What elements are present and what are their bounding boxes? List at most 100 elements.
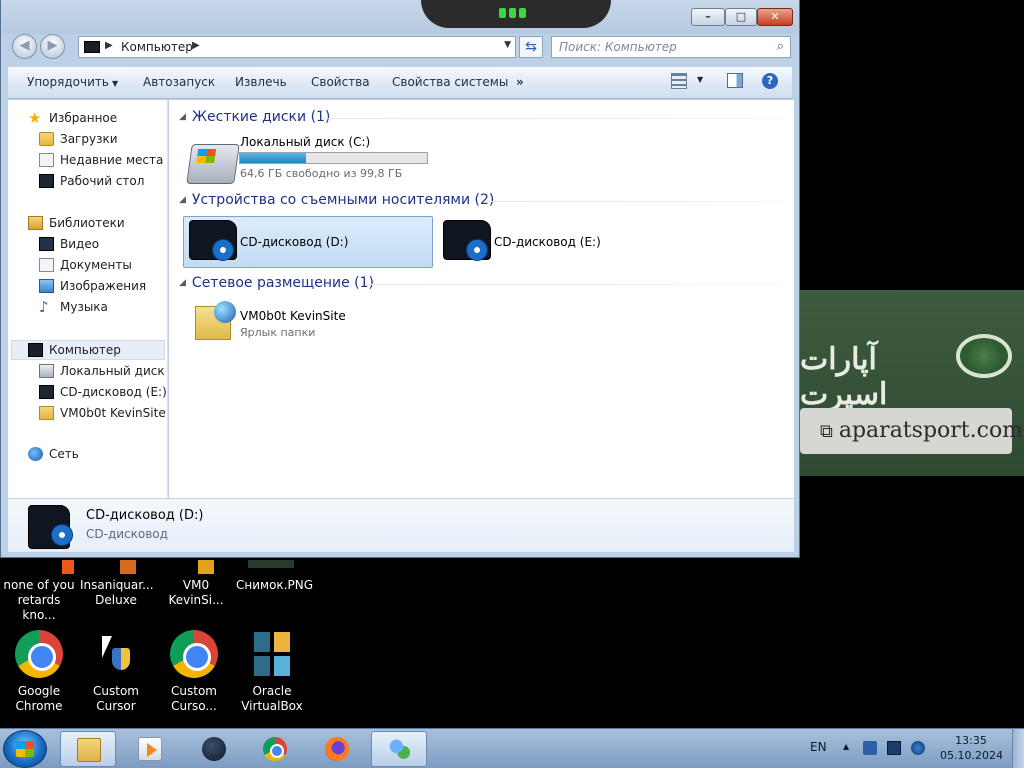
cursor-icon	[92, 630, 140, 678]
breadcrumb-location[interactable]: Компьютер	[121, 40, 193, 54]
view-dropdown-icon[interactable]: ▼	[697, 75, 703, 84]
help-icon[interactable]: ?	[762, 73, 778, 89]
video-icon	[39, 237, 54, 251]
volume-icon[interactable]	[911, 741, 925, 755]
sidebar-item-label: Локальный диск (C	[60, 364, 167, 378]
close-button[interactable]: ✕	[757, 8, 793, 26]
forward-button[interactable]: ▶	[40, 34, 65, 59]
language-indicator[interactable]: EN	[810, 740, 827, 768]
background-brand-text: آپارات اسپرت	[800, 342, 888, 412]
title-bar[interactable]: – □ ✕	[1, 0, 799, 34]
cd-drive-icon	[39, 385, 54, 399]
refresh-button[interactable]: ⇆	[519, 36, 543, 58]
sidebar-item-label: Недавние места	[60, 153, 164, 167]
background-url-box: ⧉ aparatsport.com	[800, 408, 1023, 454]
refresh-icon: ⇆	[525, 39, 537, 55]
sidebar-item-label: Избранное	[49, 111, 118, 125]
change-view-icon[interactable]	[671, 73, 687, 89]
overlay-widget	[421, 0, 611, 28]
chrome-icon	[170, 630, 218, 678]
taskbar-explorer[interactable]	[60, 731, 116, 767]
action-center-icon[interactable]	[863, 741, 877, 755]
sidebar-item-label: Документы	[60, 258, 132, 272]
content-pane: ◢ Жесткие диски (1) Локальный диск (C:) 6…	[169, 100, 794, 498]
start-button[interactable]	[3, 730, 47, 768]
maximize-icon: □	[735, 10, 747, 23]
background-image: آپارات اسپرت ⧉ aparatsport.com	[800, 290, 1024, 476]
desktop-icon-custom-cursor[interactable]: Custom Cursor	[80, 630, 152, 714]
desktop-icon-label: none of you retards kno...	[3, 578, 75, 622]
organize-button[interactable]: Упорядочить ▼	[27, 75, 118, 89]
autoplay-button[interactable]: Автозапуск	[143, 75, 215, 89]
address-bar[interactable]: ▶ Компьютер ▶ ▼	[78, 36, 516, 58]
cd-drive-icon[interactable]	[443, 220, 491, 261]
desktop-icon-label: Снимок.PNG	[236, 578, 313, 592]
minimize-button[interactable]: –	[691, 8, 725, 26]
network-icon	[28, 447, 43, 461]
cd-drive-icon[interactable]	[189, 220, 237, 261]
sidebar-item-label: Библиотеки	[49, 216, 125, 230]
documents-icon	[39, 258, 54, 272]
clock[interactable]: 13:35 05.10.2024	[940, 733, 1003, 763]
show-hidden-icons-button[interactable]: ▲	[843, 742, 849, 768]
search-placeholder: Поиск: Компьютер	[559, 40, 677, 54]
network-folder-icon[interactable]	[195, 301, 236, 340]
desktop-icon-snapshot[interactable]: Снимок.PNG	[236, 578, 313, 593]
taskbar-users[interactable]	[371, 731, 427, 767]
desktop: آپارات اسپرت ⧉ aparatsport.com none of yo…	[0, 0, 1024, 768]
sidebar-item-label: Изображения	[60, 279, 147, 293]
recent-places-icon	[39, 153, 54, 167]
properties-button[interactable]: Свойства	[311, 75, 370, 89]
desktop-icon-file-1[interactable]: none of you retards kno...	[3, 578, 75, 623]
windows-logo-icon	[16, 741, 34, 757]
clock-time: 13:35	[955, 734, 987, 747]
preview-pane-icon[interactable]	[727, 73, 743, 88]
sidebar-item-label: CD-дисковод (E:)	[60, 385, 167, 399]
hard-drive-icon	[39, 364, 54, 378]
desktop-icon-file-2[interactable]: Insaniquar... Deluxe	[80, 578, 154, 608]
local-disk-name[interactable]: Локальный диск (C:)	[240, 135, 370, 149]
taskbar-firefox[interactable]	[309, 731, 365, 767]
back-button[interactable]: ◀	[12, 34, 37, 59]
group-header-hard-drives[interactable]: ◢ Жесткие диски (1)	[179, 109, 330, 125]
users-icon	[388, 738, 412, 762]
maximize-button[interactable]: □	[725, 8, 757, 26]
cd-e-name[interactable]: CD-дисковод (E:)	[494, 235, 601, 249]
shortcut-icon	[198, 560, 214, 574]
breadcrumb-chevron-icon[interactable]: ▶	[192, 40, 200, 51]
sidebar-item-label: Рабочий стол	[60, 174, 145, 188]
show-desktop-button[interactable]	[1012, 729, 1024, 768]
desktop-icon-virtualbox[interactable]: Oracle VirtualBox	[236, 630, 308, 714]
collapse-triangle-icon: ◢	[179, 195, 186, 205]
hard-drive-icon[interactable]	[186, 144, 240, 184]
breadcrumb-chevron-icon[interactable]: ▶	[105, 40, 113, 51]
desktop-icon-vm-shortcut[interactable]: VM0 KevinSi...	[160, 578, 232, 608]
star-icon: ★	[28, 109, 42, 127]
system-properties-button[interactable]: Свойства системы	[392, 75, 508, 89]
desktop-icon-label: Oracle VirtualBox	[241, 684, 303, 713]
cd-d-name[interactable]: CD-дисковод (D:)	[240, 235, 348, 249]
app-icon	[202, 737, 226, 761]
group-title: Жесткие диски (1)	[191, 109, 331, 125]
address-dropdown-icon[interactable]: ▼	[504, 40, 511, 50]
sidebar-item-label: VM0b0t KevinSite	[60, 406, 166, 420]
desktop-icon-custom-cursor-chrome[interactable]: Custom Curso...	[158, 630, 230, 714]
eject-button[interactable]: Извлечь	[235, 75, 287, 89]
group-header-removable[interactable]: ◢ Устройства со съемными носителями (2)	[179, 192, 494, 208]
more-commands-button[interactable]: »	[516, 75, 524, 89]
explorer-icon	[77, 738, 101, 762]
taskbar-app[interactable]	[186, 731, 242, 767]
search-icon[interactable]: ⌕	[777, 37, 784, 57]
sidebar-item-label: Компьютер	[49, 343, 121, 357]
vm-site-name[interactable]: VM0b0t KevinSite	[240, 309, 346, 323]
group-header-network[interactable]: ◢ Сетевое размещение (1)	[179, 275, 374, 291]
desktop-icon-google-chrome[interactable]: Google Chrome	[3, 630, 75, 714]
details-item-name: CD-дисковод (D:)	[86, 508, 204, 523]
organize-label: Упорядочить	[27, 75, 109, 89]
search-input[interactable]: Поиск: Компьютер ⌕	[551, 36, 791, 58]
shield-icon	[112, 648, 130, 670]
taskbar-chrome[interactable]	[247, 731, 303, 767]
vm-site-type: Ярлык папки	[240, 326, 316, 339]
network-status-icon[interactable]	[887, 741, 901, 755]
taskbar-media-player[interactable]	[122, 731, 178, 767]
